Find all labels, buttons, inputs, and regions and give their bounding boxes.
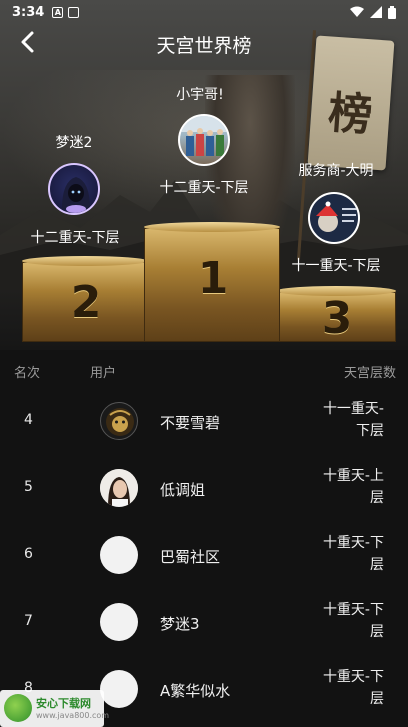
row-level: 十重天-下层 bbox=[322, 669, 384, 707]
podium-block-3: 3 bbox=[276, 292, 396, 344]
row-rank: 5 bbox=[24, 479, 33, 495]
row-level: 十重天-下层 bbox=[322, 535, 384, 573]
wifi-icon bbox=[350, 6, 364, 17]
status-bar: 3:34 A bbox=[0, 0, 408, 24]
top2-name: 梦迷2 bbox=[55, 135, 93, 151]
battery-icon bbox=[388, 5, 396, 19]
notification-square-icon bbox=[68, 6, 80, 18]
podium-top-1 bbox=[144, 222, 280, 232]
row-avatar[interactable] bbox=[100, 536, 138, 574]
table-row[interactable]: 7 梦迷3 十重天-下层 bbox=[0, 591, 408, 658]
row-level: 十一重天-下层 bbox=[322, 401, 384, 439]
row-username: A繁华似水 bbox=[160, 682, 231, 700]
table-row[interactable]: 4 不要雪碧 十一重天-下层 bbox=[0, 390, 408, 457]
top1-level: 十二重天-下层 bbox=[159, 180, 249, 196]
top1-avatar[interactable] bbox=[178, 114, 230, 166]
col-level-header: 天宫层数 bbox=[343, 366, 396, 381]
row-username: 梦迷3 bbox=[160, 615, 200, 633]
podium-rank-3: 3 bbox=[321, 293, 353, 344]
top3-name: 服务商-大明 bbox=[298, 163, 374, 179]
col-rank-header: 名次 bbox=[14, 366, 41, 381]
notification-a-icon: A bbox=[52, 6, 64, 18]
row-rank: 6 bbox=[24, 546, 33, 562]
row-level: 十重天-上层 bbox=[322, 468, 384, 506]
status-time: 3:34 bbox=[12, 4, 45, 20]
site-watermark: 安心下载网 www.java800.com bbox=[0, 690, 109, 727]
row-avatar[interactable] bbox=[100, 469, 138, 507]
watermark-url: www.java800.com bbox=[36, 711, 110, 720]
podium-top-2 bbox=[22, 256, 148, 266]
row-rank: 4 bbox=[24, 412, 33, 428]
row-username: 低调姐 bbox=[160, 481, 206, 499]
top2-level: 十二重天-下层 bbox=[30, 230, 120, 246]
podium-block-2: 2 bbox=[22, 262, 148, 342]
top2-avatar[interactable] bbox=[48, 163, 100, 215]
top3-level: 十一重天-下层 bbox=[291, 258, 381, 274]
row-level: 十重天-下层 bbox=[322, 602, 384, 640]
row-username: 不要雪碧 bbox=[160, 414, 221, 432]
row-avatar[interactable] bbox=[100, 402, 138, 440]
row-rank: 7 bbox=[24, 613, 33, 629]
table-row[interactable]: 5 低调姐 十重天-上层 bbox=[0, 457, 408, 524]
top3-avatar[interactable] bbox=[308, 192, 360, 244]
monkey-face-icon bbox=[106, 408, 134, 436]
row-avatar[interactable] bbox=[100, 670, 138, 708]
row-username: 巴蜀社区 bbox=[160, 548, 221, 566]
watermark-title: 安心下载网 bbox=[36, 697, 91, 710]
status-right bbox=[350, 5, 396, 19]
title-bar: 天宫世界榜 bbox=[0, 28, 408, 58]
page-title: 天宫世界榜 bbox=[156, 35, 252, 57]
podium-top-3 bbox=[276, 286, 396, 296]
podium-rank-1: 1 bbox=[197, 253, 229, 304]
table-row[interactable]: 6 巴蜀社区 十重天-下层 bbox=[0, 524, 408, 591]
row-avatar[interactable] bbox=[100, 603, 138, 641]
table-header: 名次 用户 天宫层数 bbox=[0, 358, 408, 382]
podium-block-1: 1 bbox=[144, 228, 280, 342]
podium-rank-2: 2 bbox=[70, 277, 102, 328]
top1-name: 小宇哥! bbox=[176, 87, 224, 103]
portrait-photo-icon bbox=[100, 469, 138, 507]
watermark-logo-icon bbox=[4, 694, 32, 722]
col-user-header: 用户 bbox=[90, 366, 117, 381]
signal-icon bbox=[370, 6, 382, 18]
